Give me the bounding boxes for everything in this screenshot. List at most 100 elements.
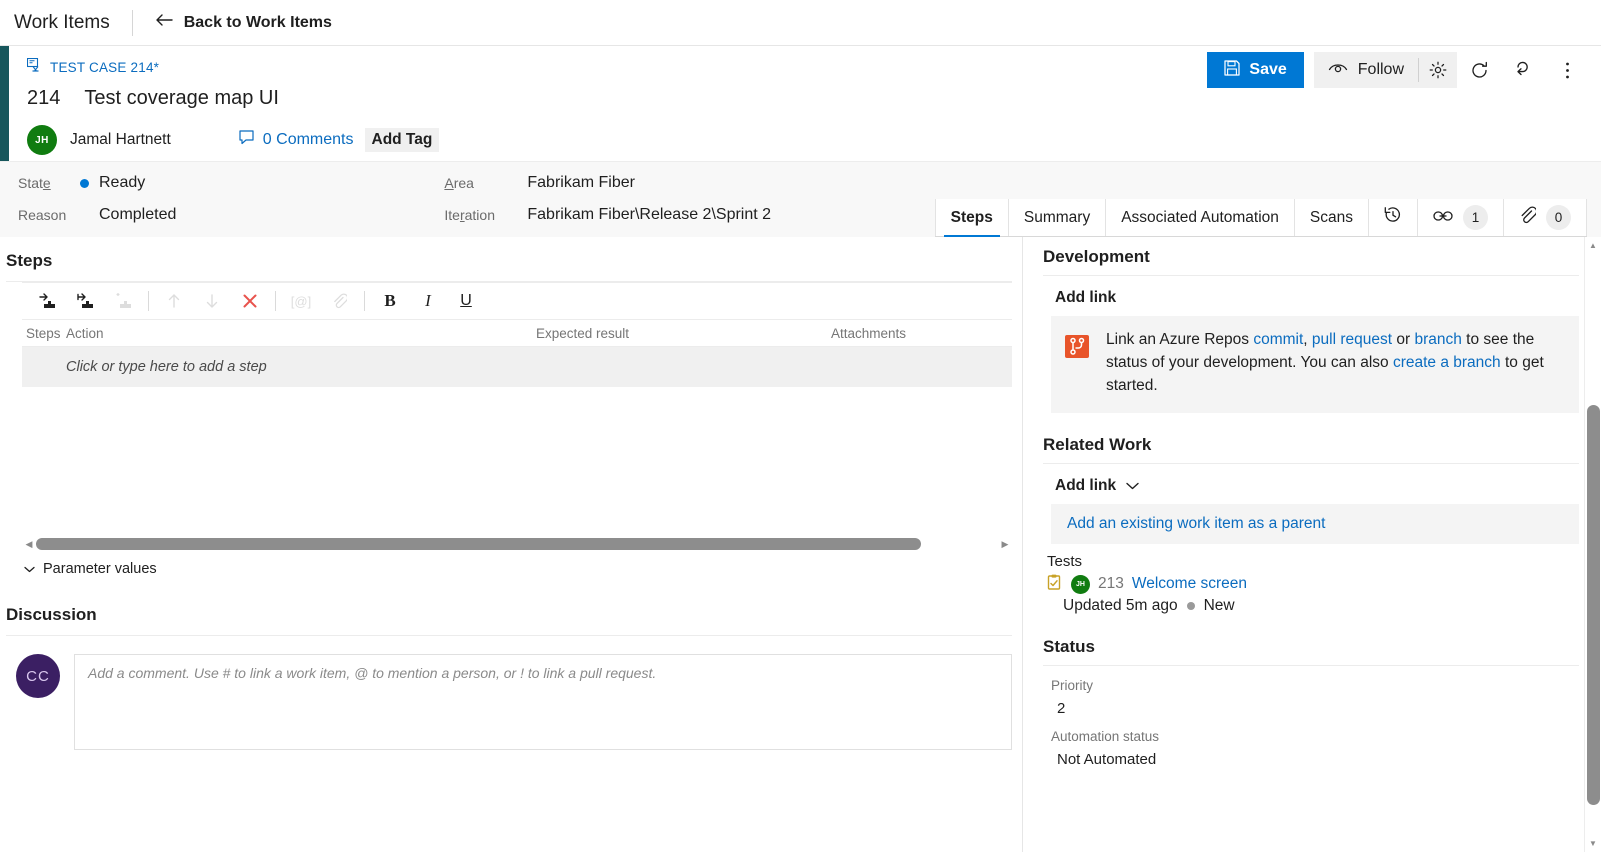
eye-icon [1328, 61, 1348, 80]
attachments-count: 0 [1546, 205, 1571, 230]
work-item-meta-row: JH Jamal Hartnett 0 Comments Add Tag [9, 119, 1601, 161]
automation-status-field[interactable]: Automation status Not Automated [1037, 729, 1579, 768]
scroll-down-icon[interactable]: ▼ [1585, 835, 1601, 852]
add-existing-parent-link[interactable]: Add an existing work item as a parent [1051, 503, 1579, 544]
insert-shared-step-icon[interactable] [66, 284, 104, 318]
italic-icon[interactable]: I [409, 284, 447, 318]
comment-input[interactable]: Add a comment. Use # to link a work item… [74, 654, 1012, 750]
scroll-right-icon[interactable]: ▶ [998, 539, 1012, 550]
follow-button-label: Follow [1357, 61, 1404, 78]
related-work-group-label: Tests [1047, 552, 1083, 570]
related-work-item[interactable]: JH 213 Welcome screen [1037, 574, 1579, 595]
move-up-icon[interactable] [155, 284, 193, 318]
priority-field[interactable]: Priority 2 [1037, 678, 1579, 717]
automation-status-value: Not Automated [1057, 750, 1157, 768]
dev-text-1: Link an Azure Repos [1106, 331, 1254, 348]
iteration-field-value: Fabrikam Fiber\Release 2\Sprint 2 [527, 206, 772, 223]
area-field[interactable]: Area Fabrikam Fiber [444, 174, 771, 192]
save-button[interactable]: Save [1207, 52, 1304, 88]
development-add-link-button[interactable]: Add link [1037, 276, 1579, 316]
work-item-title[interactable]: Test coverage map UI [84, 87, 279, 110]
insert-step-icon[interactable] [28, 284, 66, 318]
vscroll-thumb[interactable] [1587, 405, 1600, 805]
left-pane: Steps [@] B I U Steps Action Expected re… [0, 237, 1022, 852]
test-case-small-icon [1047, 574, 1063, 595]
steps-empty-row[interactable]: Click or type here to add a step [22, 347, 1012, 387]
tab-steps[interactable]: Steps [934, 199, 1008, 237]
attach-icon[interactable] [320, 284, 358, 318]
related-item-meta: Updated 5m ago New [1037, 597, 1579, 615]
reason-field-label: Reason [18, 207, 67, 223]
delete-icon[interactable] [231, 284, 269, 318]
comment-bubble-icon [239, 130, 256, 150]
pull-request-link[interactable]: pull request [1312, 331, 1392, 348]
fields-strip: State Ready Reason Completed Area Fabrik… [0, 161, 1601, 237]
work-item-id: 214 [27, 87, 61, 109]
work-item-body: Steps [@] B I U Steps Action Expected re… [0, 237, 1601, 852]
more-vertical-icon[interactable] [1545, 52, 1589, 88]
status-section-rule [1043, 664, 1579, 666]
right-pane-vertical-scrollbar[interactable]: ▲ ▼ [1584, 237, 1601, 852]
reason-field[interactable]: Reason Completed [18, 206, 176, 224]
work-item-type-accent-bar [0, 46, 9, 161]
iteration-field[interactable]: Iteration Fabrikam Fiber\Release 2\Sprin… [444, 206, 771, 224]
scroll-up-icon[interactable]: ▲ [1585, 237, 1601, 254]
state-field-value: Ready [80, 174, 145, 192]
state-field[interactable]: State Ready [18, 174, 176, 192]
tab-scans[interactable]: Scans [1293, 199, 1368, 236]
commit-link[interactable]: commit [1253, 331, 1303, 348]
hscroll-thumb[interactable] [36, 538, 922, 550]
related-item-state-dot-icon [1186, 601, 1195, 610]
parameter-values-label: Parameter values [43, 561, 157, 577]
work-item-toolbar: Save Follow [1207, 52, 1589, 88]
underline-icon[interactable]: U [447, 284, 485, 318]
steps-horizontal-scrollbar[interactable]: ◀ ▶ [22, 537, 1012, 551]
related-item-title[interactable]: Welcome screen [1132, 575, 1247, 593]
scroll-left-icon[interactable]: ◀ [22, 539, 36, 550]
related-work-section-title: Related Work [1043, 434, 1152, 454]
work-item-title-row: 214 Test coverage map UI [9, 87, 1601, 110]
parameter-icon[interactable]: [@] [282, 284, 320, 318]
tab-attachments[interactable]: 0 [1503, 199, 1587, 236]
iteration-field-label: Iteration [444, 207, 495, 223]
gear-icon[interactable] [1419, 52, 1457, 88]
steps-section-title: Steps [6, 251, 53, 270]
tab-links[interactable]: 1 [1417, 199, 1503, 236]
priority-field-label: Priority [1051, 677, 1094, 693]
toolbar-separator [148, 291, 149, 311]
save-disk-icon [1224, 59, 1241, 81]
assignee-name[interactable]: Jamal Hartnett [70, 131, 171, 149]
related-item-state: New [1203, 596, 1235, 614]
refresh-icon[interactable] [1457, 52, 1501, 88]
assignee-avatar[interactable]: JH [27, 125, 57, 155]
insert-step-above-icon[interactable] [104, 284, 142, 318]
tab-associated-automation[interactable]: Associated Automation [1105, 199, 1294, 236]
development-section-title: Development [1043, 247, 1150, 266]
parameter-values-toggle[interactable]: Parameter values [0, 551, 1022, 577]
discussion-input-row: CC Add a comment. Use # to link a work i… [0, 636, 1022, 750]
undo-icon[interactable] [1501, 52, 1545, 88]
follow-button[interactable]: Follow [1314, 52, 1418, 88]
comments-link[interactable]: 0 Comments [239, 130, 354, 150]
tab-summary[interactable]: Summary [1007, 199, 1106, 236]
back-arrow-icon [155, 13, 174, 33]
move-down-icon[interactable] [193, 284, 231, 318]
comments-count-label: 0 Comments [262, 131, 354, 148]
steps-toolbar: [@] B I U [22, 282, 1012, 320]
attachment-icon [1519, 206, 1538, 229]
links-count: 1 [1463, 205, 1488, 230]
create-branch-link[interactable]: create a branch [1393, 354, 1501, 371]
development-callout: Link an Azure Repos commit, pull request… [1051, 316, 1579, 413]
current-user-avatar[interactable]: CC [16, 654, 60, 698]
back-to-work-items-link[interactable]: Back to Work Items [133, 13, 332, 33]
hscroll-track[interactable] [36, 538, 998, 550]
bold-icon[interactable]: B [371, 284, 409, 318]
steps-editor: [@] B I U Steps Action Expected result A… [22, 282, 1012, 387]
add-tag-button[interactable]: Add Tag [364, 128, 440, 152]
branch-link[interactable]: branch [1414, 331, 1461, 348]
area-field-label: Area [444, 175, 474, 191]
related-work-add-link-button[interactable]: Add link [1037, 464, 1579, 504]
tab-history[interactable] [1368, 199, 1417, 236]
related-item-updated: Updated 5m ago [1063, 596, 1178, 614]
link-icon [1433, 209, 1453, 227]
